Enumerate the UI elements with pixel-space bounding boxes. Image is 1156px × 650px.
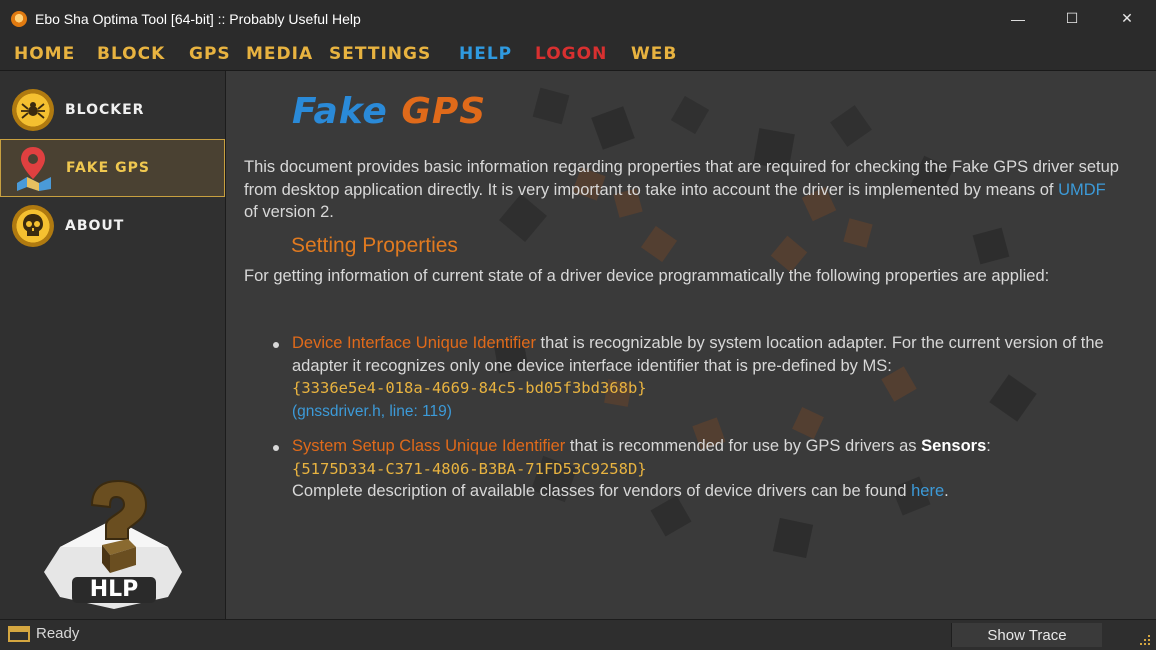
- bullet-dot: [273, 342, 279, 348]
- bullet2-bold: Sensors: [921, 437, 987, 455]
- sidebar-item-label: FAKE GPS: [66, 160, 150, 176]
- bullet1-reference: (gnssdriver.h, line: 119): [292, 402, 452, 420]
- window-title: Ebo Sha Optima Tool [64-bit] :: Probably…: [35, 10, 361, 27]
- window-icon: [8, 626, 30, 642]
- sidebar-item-fake-gps[interactable]: FAKE GPS: [0, 139, 225, 197]
- bullet2-guid: {5175D334-C371-4806-B3BA-71FD53C9258D}: [292, 459, 647, 478]
- bullet-dot: [273, 445, 279, 451]
- title-bar: Ebo Sha Optima Tool [64-bit] :: Probably…: [0, 0, 1156, 37]
- sidebar-item-label: BLOCKER: [65, 102, 145, 118]
- sidebar-item-blocker[interactable]: BLOCKER: [0, 81, 225, 139]
- menu-home[interactable]: HOME: [14, 44, 75, 64]
- bullet2-term-link[interactable]: System Setup Class Unique Identifier: [292, 437, 565, 455]
- doc-title-part2: GPS: [401, 91, 487, 132]
- here-link[interactable]: here: [911, 482, 944, 500]
- intro-text: This document provides basic information…: [244, 158, 1119, 199]
- doc-title: Fake GPS: [292, 91, 486, 132]
- maximize-button[interactable]: ☐: [1049, 0, 1095, 37]
- help-content: Fake GPS This document provides basic in…: [226, 71, 1156, 619]
- sidebar-item-label: ABOUT: [65, 218, 125, 234]
- list-item: Device Interface Unique Identifier that …: [292, 332, 1122, 423]
- bullet2-colon: :: [986, 437, 991, 455]
- resize-grip-icon[interactable]: [1138, 633, 1152, 647]
- menu-web[interactable]: WEB: [631, 44, 677, 64]
- sidebar: BLOCKER FAKE GPS ABOUT HLP: [0, 71, 226, 619]
- skull-icon: [12, 205, 54, 247]
- menu-bar: HOME BLOCK GPS MEDIA SETTINGS HELP LOGON…: [0, 37, 1156, 71]
- minimize-button[interactable]: —: [995, 0, 1041, 37]
- help-logo-text: HLP: [89, 577, 139, 602]
- list-item: System Setup Class Unique Identifier tha…: [292, 435, 1122, 503]
- section-intro: For getting information of current state…: [244, 267, 1050, 285]
- sidebar-item-about[interactable]: ABOUT: [0, 197, 225, 255]
- menu-media[interactable]: MEDIA: [246, 44, 313, 64]
- spider-icon: [12, 89, 54, 131]
- section-title: Setting Properties: [291, 234, 458, 257]
- status-text: Ready: [36, 625, 80, 642]
- doc-title-part1: Fake: [292, 91, 388, 132]
- bullet2-period: .: [944, 482, 949, 500]
- intro-end: of version 2.: [244, 203, 334, 221]
- bullet2-text: that is recommended for use by GPS drive…: [565, 437, 922, 455]
- bullet2-desc: Complete description of available classe…: [292, 482, 912, 500]
- menu-logon[interactable]: LOGON: [535, 44, 607, 64]
- menu-settings[interactable]: SETTINGS: [329, 44, 431, 64]
- status-bar: Ready Show Trace: [0, 619, 1156, 650]
- menu-block[interactable]: BLOCK: [97, 44, 165, 64]
- show-trace-button[interactable]: Show Trace: [951, 623, 1102, 647]
- help-logo: HLP: [40, 477, 188, 609]
- close-button[interactable]: ✕: [1104, 0, 1150, 37]
- menu-help[interactable]: HELP: [459, 44, 512, 64]
- umdf-link[interactable]: UMDF: [1058, 181, 1106, 199]
- bullet1-guid: {3336e5e4-018a-4669-84c5-bd05f3bd368b}: [292, 379, 647, 397]
- menu-gps[interactable]: GPS: [189, 44, 231, 64]
- bullet1-term-link[interactable]: Device Interface Unique Identifier: [292, 334, 536, 352]
- map-pin-icon: [13, 147, 55, 191]
- intro-paragraph: This document provides basic information…: [244, 156, 1124, 224]
- app-icon: [11, 10, 27, 27]
